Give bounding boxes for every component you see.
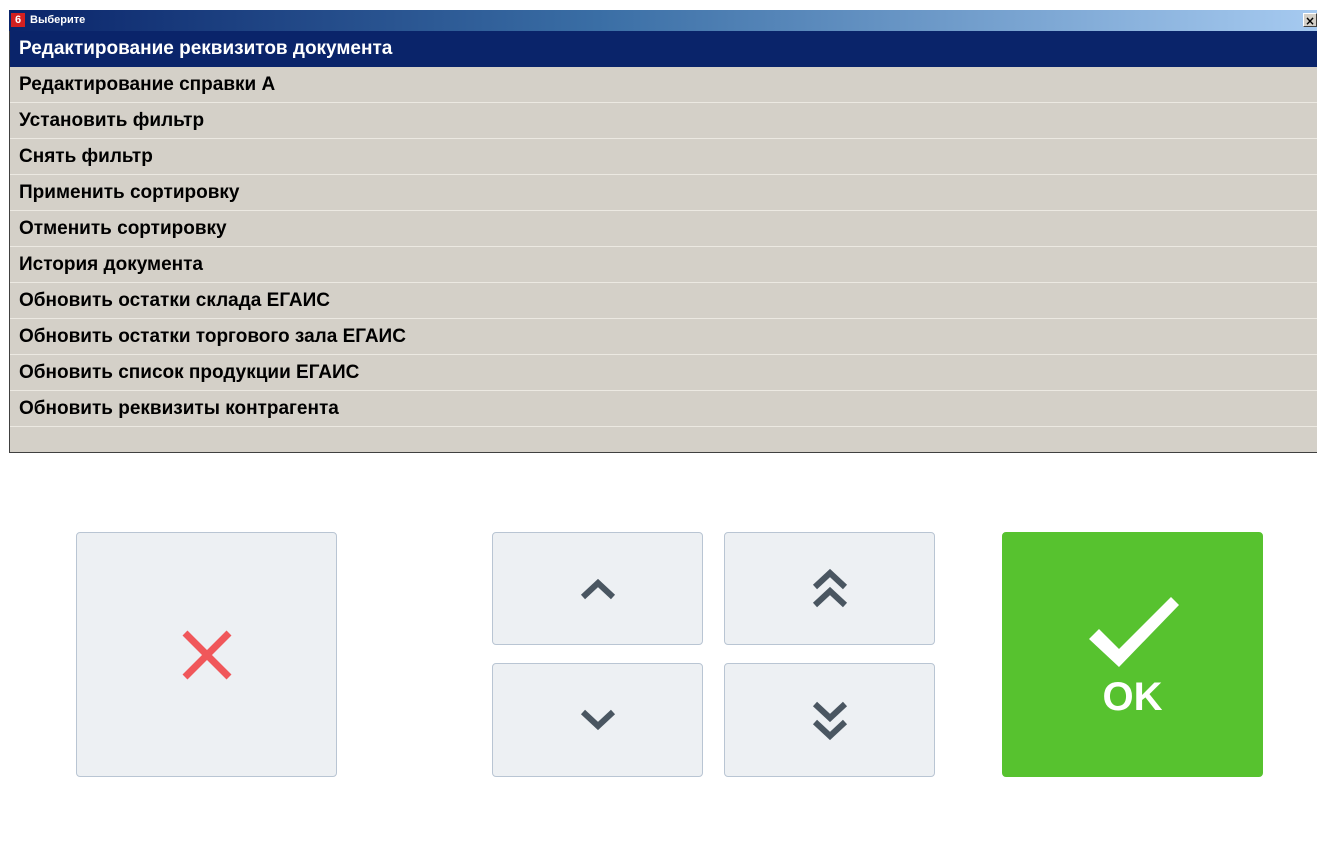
close-button[interactable]: × [1303, 13, 1317, 28]
list-item-apply-sort[interactable]: Применить сортировку [10, 175, 1317, 211]
list-item-update-warehouse-stock[interactable]: Обновить остатки склада ЕГАИС [10, 283, 1317, 319]
list-item-clear-filter[interactable]: Снять фильтр [10, 139, 1317, 175]
chevron-down-icon [579, 708, 617, 732]
list-item-set-filter[interactable]: Установить фильтр [10, 103, 1317, 139]
title-bar: 6 Выберите × [9, 10, 1317, 31]
list-item-edit-document-details[interactable]: Редактирование реквизитов документа [10, 31, 1317, 67]
list-item-cancel-sort[interactable]: Отменить сортировку [10, 211, 1317, 247]
double-chevron-up-icon [811, 567, 849, 611]
app-badge-icon: 6 [11, 13, 25, 27]
window-title: Выберите [30, 14, 86, 26]
page-down-button[interactable] [724, 663, 935, 777]
chevron-up-icon [579, 577, 617, 601]
double-chevron-down-icon [811, 698, 849, 742]
list-item-update-sales-floor-stock[interactable]: Обновить остатки торгового зала ЕГАИС [10, 319, 1317, 355]
list-item-edit-certificate-a[interactable]: Редактирование справки А [10, 67, 1317, 103]
select-dialog: 6 Выберите × Редактирование реквизитов д… [9, 10, 1317, 852]
scroll-up-button[interactable] [492, 532, 703, 645]
list-item-update-product-list[interactable]: Обновить список продукции ЕГАИС [10, 355, 1317, 391]
checkmark-icon [1085, 593, 1181, 671]
scroll-down-button[interactable] [492, 663, 703, 777]
close-x-icon [179, 627, 235, 683]
ok-button[interactable]: OK [1002, 532, 1263, 777]
list-item-document-history[interactable]: История документа [10, 247, 1317, 283]
cancel-button[interactable] [76, 532, 337, 777]
list-item-update-counterparty-details[interactable]: Обновить реквизиты контрагента [10, 391, 1317, 427]
action-list[interactable]: Редактирование реквизитов документа Реда… [9, 31, 1317, 453]
page-up-button[interactable] [724, 532, 935, 645]
ok-label: OK [1102, 674, 1163, 719]
